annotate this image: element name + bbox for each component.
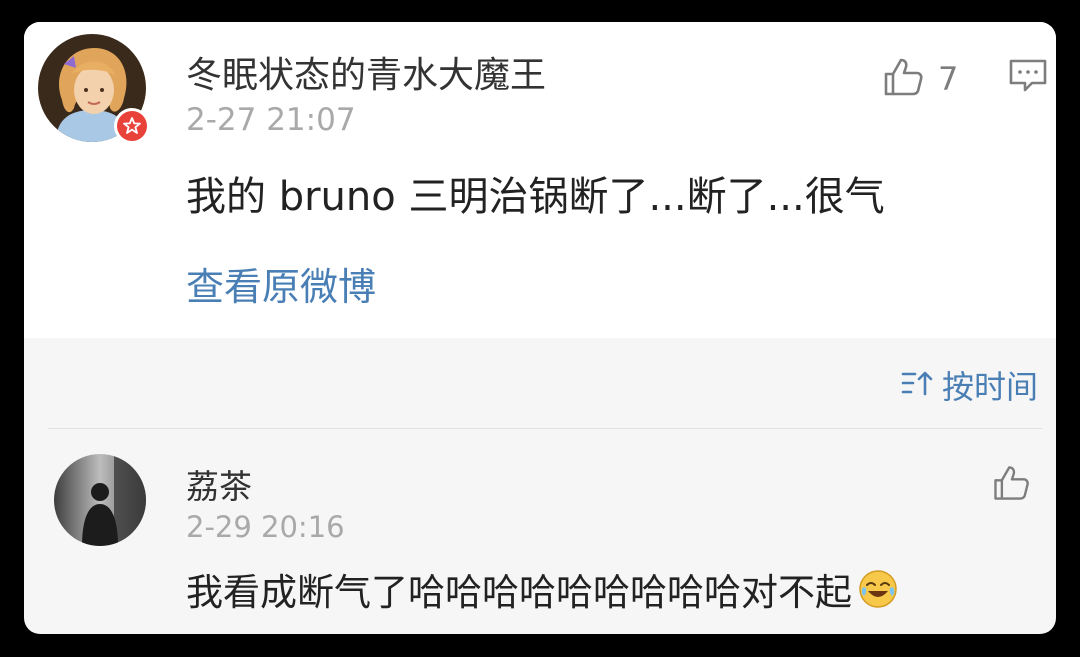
sort-label: 按时间 [941,368,1038,406]
reply-button[interactable] [1008,58,1048,98]
view-original-post-link[interactable]: 查看原微博 [186,256,376,311]
comment-text: 我的 bruno 三明治锅断了...断了...很气 [186,174,885,220]
reply-text: 我看成断气了哈哈哈哈哈哈哈哈哈对不起 [186,571,852,614]
reply-avatar[interactable] [54,454,146,546]
reply-timestamp: 2-29 20:16 [186,510,345,544]
sort-by-time-button[interactable]: 按时间 [900,362,1038,408]
verified-badge [114,108,150,144]
divider [48,428,1042,429]
reply-like-button[interactable] [990,462,1032,508]
reply-author-name[interactable]: 荔茶 [186,460,252,508]
like-button[interactable]: 7 [880,54,958,104]
reply-text-row: 我看成断气了哈哈哈哈哈哈哈哈哈对不起 [186,562,898,616]
comment-icon [1008,59,1048,98]
comment-timestamp: 2-27 21:07 [186,102,356,138]
original-comment: 冬眠状态的青水大魔王 2-27 21:07 我的 bruno 三明治锅断了...… [24,22,1056,338]
thumbs-up-icon [990,466,1032,508]
comment-author-name[interactable]: 冬眠状态的青水大魔王 [186,46,546,98]
comment-card: 冬眠状态的青水大魔王 2-27 21:07 我的 bruno 三明治锅断了...… [24,22,1056,634]
laughing-crying-emoji-icon [858,569,898,609]
like-count: 7 [938,60,959,98]
user-avatar-container[interactable] [38,34,150,144]
thumbs-up-icon [880,54,926,104]
sort-icon [900,368,934,402]
verified-star-icon [117,111,147,141]
